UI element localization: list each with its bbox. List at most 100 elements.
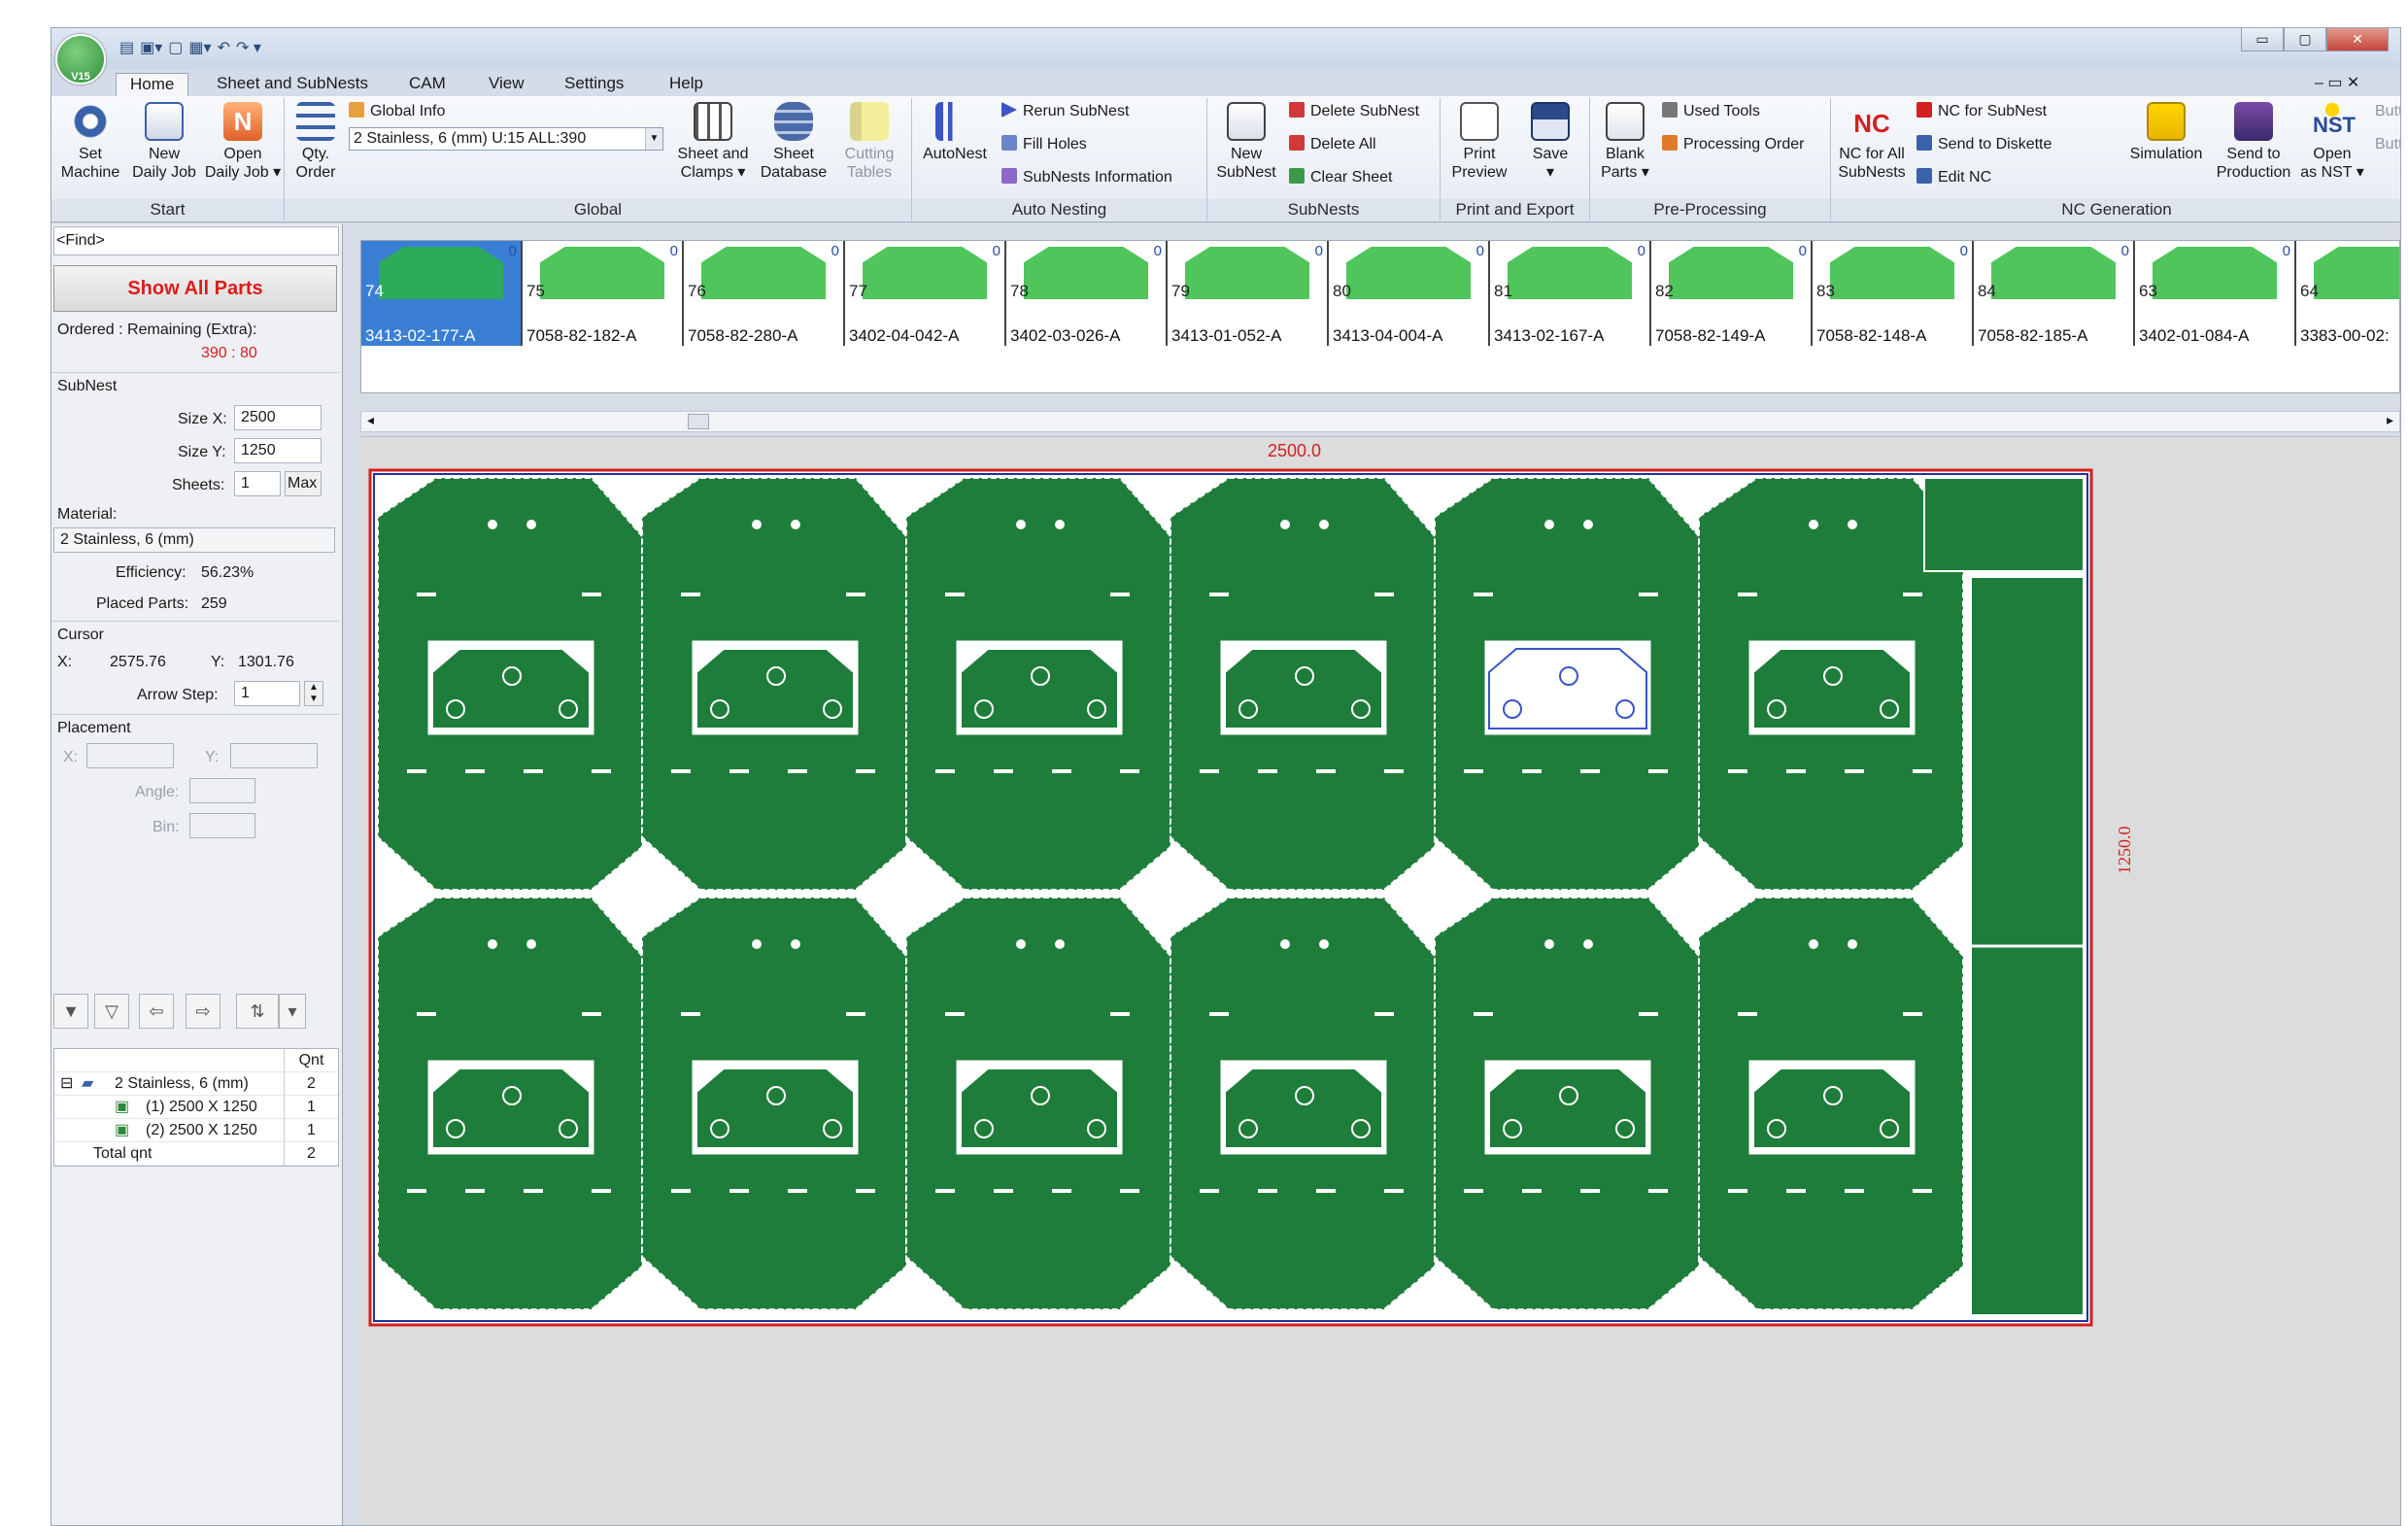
nc-for-all-subnests-button[interactable]: NC NC for All SubNests: [1835, 102, 1909, 182]
set-machine-button[interactable]: Set Machine: [55, 102, 125, 182]
part-name: 7058-82-280-A: [688, 326, 798, 345]
part-card[interactable]: 0793413-01-052-A30:0-M193 x 60: [1168, 241, 1329, 346]
sheet-database-button[interactable]: Sheet Database: [757, 102, 831, 182]
arrow-step-spinner[interactable]: ▲ ▼: [304, 681, 323, 706]
print-preview-button[interactable]: Print Preview: [1444, 102, 1514, 182]
parts-strip: 0743413-02-177-A30:0+M210.14 x 100075705…: [360, 240, 2400, 393]
scroll-left-icon[interactable]: ◂: [367, 412, 374, 428]
part-card[interactable]: 0743413-02-177-A30:0+M210.14 x 100: [361, 241, 523, 346]
part-card[interactable]: 0773402-04-042-A30:0|M50 x 206.78: [845, 241, 1006, 346]
cutting-tables-button[interactable]: Cutting Tables: [832, 102, 906, 182]
move-left-icon[interactable]: ⇦: [139, 994, 174, 1029]
new-file-icon[interactable]: ▤: [119, 38, 134, 57]
arrow-step-field[interactable]: 1: [234, 681, 300, 706]
new-subnest-button[interactable]: New SubNest: [1211, 102, 1281, 182]
send-to-diskette-button[interactable]: Send to Diskette: [1916, 135, 2052, 154]
sort-az-icon[interactable]: ⇅: [236, 994, 279, 1029]
material-field[interactable]: 2 Stainless, 6 (mm): [53, 527, 335, 553]
new-daily-job-button[interactable]: New Daily Job: [127, 102, 201, 182]
max-button[interactable]: Max: [285, 471, 322, 496]
send-to-production-button[interactable]: Send to Production: [2210, 102, 2297, 182]
size-y-field[interactable]: 1250: [234, 438, 322, 463]
print-preview-icon[interactable]: ▢: [168, 38, 183, 57]
part-thumbnail: [540, 247, 664, 299]
material-select[interactable]: 2 Stainless, 6 (mm) U:15 ALL:390 ▼: [349, 127, 663, 151]
parts-strip-scrollbar[interactable]: ◂ ▸: [360, 411, 2400, 432]
sheet-drawing[interactable]: 2500.0 1250.0: [360, 437, 2400, 1526]
minimize-icon[interactable]: ▭: [2241, 28, 2284, 51]
move-right-icon[interactable]: ⇨: [186, 994, 220, 1029]
mdi-controls[interactable]: – ▭ ✕: [2315, 73, 2359, 92]
part-card[interactable]: 0757058-82-182-A120:0-M210 x 40: [523, 241, 684, 346]
part-card[interactable]: 0643383-00-02:60:0266.78 x 200: [2296, 241, 2399, 346]
fill-holes-button[interactable]: Fill Holes: [1001, 135, 1087, 154]
sheets-field[interactable]: 1: [234, 471, 281, 496]
part-card[interactable]: 0783402-03-026-A600:0-M200 x 40: [1006, 241, 1168, 346]
bin-field[interactable]: [189, 813, 255, 838]
part-card[interactable]: 0767058-82-280-A60:0-M210 x 35: [684, 241, 845, 346]
extra-button-2[interactable]: Button: [2375, 135, 2400, 154]
scroll-right-icon[interactable]: ▸: [2387, 412, 2393, 428]
delete-all-button[interactable]: Delete All: [1289, 135, 1376, 154]
save-icon[interactable]: ▦▾: [188, 38, 211, 57]
angle-field[interactable]: [189, 778, 255, 803]
size-x-field[interactable]: 2500: [234, 405, 322, 430]
part-card[interactable]: 0847058-82-185-A30:0+M120 x 150: [1974, 241, 2135, 346]
group-subnests: New SubNest Delete SubNest Delete All Cl…: [1207, 98, 1441, 220]
open-daily-job-button[interactable]: N Open Daily Job ▾: [203, 102, 283, 182]
tree-row-sheet-2[interactable]: ▣ (2) 2500 X 1250 1: [54, 1119, 338, 1142]
tab-view[interactable]: View: [475, 73, 538, 96]
redo-icon[interactable]: ↷ ▾: [236, 38, 261, 57]
subnests-information-button[interactable]: SubNests Information: [1001, 168, 1172, 187]
used-tools-button[interactable]: Used Tools: [1662, 102, 1760, 121]
dropdown-icon[interactable]: ▾: [279, 994, 306, 1029]
nc-for-subnest-button[interactable]: NC for SubNest: [1916, 102, 2047, 121]
show-all-parts-button[interactable]: Show All Parts: [53, 265, 337, 312]
close-icon[interactable]: ✕: [2326, 28, 2389, 51]
extra-button-1[interactable]: Button: [2375, 102, 2400, 121]
open-as-nst-button[interactable]: NST Open as NST ▾: [2297, 102, 2367, 182]
maximize-icon[interactable]: ▢: [2284, 28, 2326, 51]
part-card[interactable]: 0803413-04-004-A30:0-M179.78 x 50: [1329, 241, 1490, 346]
group-start: Set Machine New Daily Job N Open Daily J…: [51, 98, 285, 220]
print-preview-icon: [1460, 102, 1499, 141]
filter-clear-icon[interactable]: ▽: [94, 994, 129, 1029]
slot: [729, 769, 749, 773]
blank-parts-button[interactable]: Blank Parts ▾: [1594, 102, 1656, 182]
tree-row-sheet-1[interactable]: ▣ (1) 2500 X 1250 1: [54, 1096, 338, 1119]
part-card[interactable]: 0837058-82-148-A60:0+M125 x 156.67: [1813, 241, 1974, 346]
app-logo[interactable]: V15: [55, 34, 106, 85]
scrollbar-thumb[interactable]: [688, 414, 709, 429]
tab-cam[interactable]: CAM: [395, 73, 459, 96]
placement-x-field[interactable]: [86, 743, 174, 768]
processing-order-button[interactable]: Processing Order: [1662, 135, 1805, 154]
find-input[interactable]: <Find>: [53, 226, 339, 255]
rerun-subnest-button[interactable]: Rerun SubNest: [1001, 102, 1129, 121]
part-card[interactable]: 0813413-02-167-A60:0+M177.56 x 173.78: [1490, 241, 1651, 346]
tab-sheet-and-subnests[interactable]: Sheet and SubNests: [203, 73, 382, 96]
part-card[interactable]: 0633402-01-084-A30:0|M130 x 275: [2135, 241, 2296, 346]
tree-expander-icon[interactable]: ⊟: [60, 1072, 73, 1095]
undo-icon[interactable]: ↶: [218, 38, 230, 57]
tab-help[interactable]: Help: [656, 73, 717, 96]
autonest-button[interactable]: AutoNest: [918, 102, 992, 163]
placement-y-field[interactable]: [230, 743, 318, 768]
clear-sheet-button[interactable]: Clear Sheet: [1289, 168, 1393, 187]
qty-order-button[interactable]: Qty. Order: [288, 102, 343, 182]
chevron-down-icon[interactable]: ▼: [645, 128, 662, 150]
tab-home[interactable]: Home: [116, 73, 189, 96]
efficiency-value: 56.23%: [201, 564, 254, 581]
global-info-button[interactable]: Global Info: [349, 102, 445, 121]
part-card[interactable]: 0827058-82-149-A60:0+M125 x 164.67: [1651, 241, 1813, 346]
filter-icon[interactable]: ▼: [53, 994, 88, 1029]
tab-settings[interactable]: Settings: [551, 73, 637, 96]
save-button[interactable]: Save ▾: [1516, 102, 1584, 182]
sheet-and-clamps-button[interactable]: Sheet and Clamps ▾: [673, 102, 753, 182]
tree-row-material[interactable]: ⊟ ▰ 2 Stainless, 6 (mm) 2: [54, 1072, 338, 1096]
nesting-canvas[interactable]: 2500.0 1250.0: [360, 436, 2400, 1526]
edit-nc-button[interactable]: Edit NC: [1916, 168, 1991, 187]
delete-subnest-button[interactable]: Delete SubNest: [1289, 102, 1419, 121]
simulation-button[interactable]: Simulation: [2122, 102, 2210, 163]
used-tools-label: Used Tools: [1683, 103, 1760, 119]
open-icon[interactable]: ▣▾: [140, 38, 162, 57]
